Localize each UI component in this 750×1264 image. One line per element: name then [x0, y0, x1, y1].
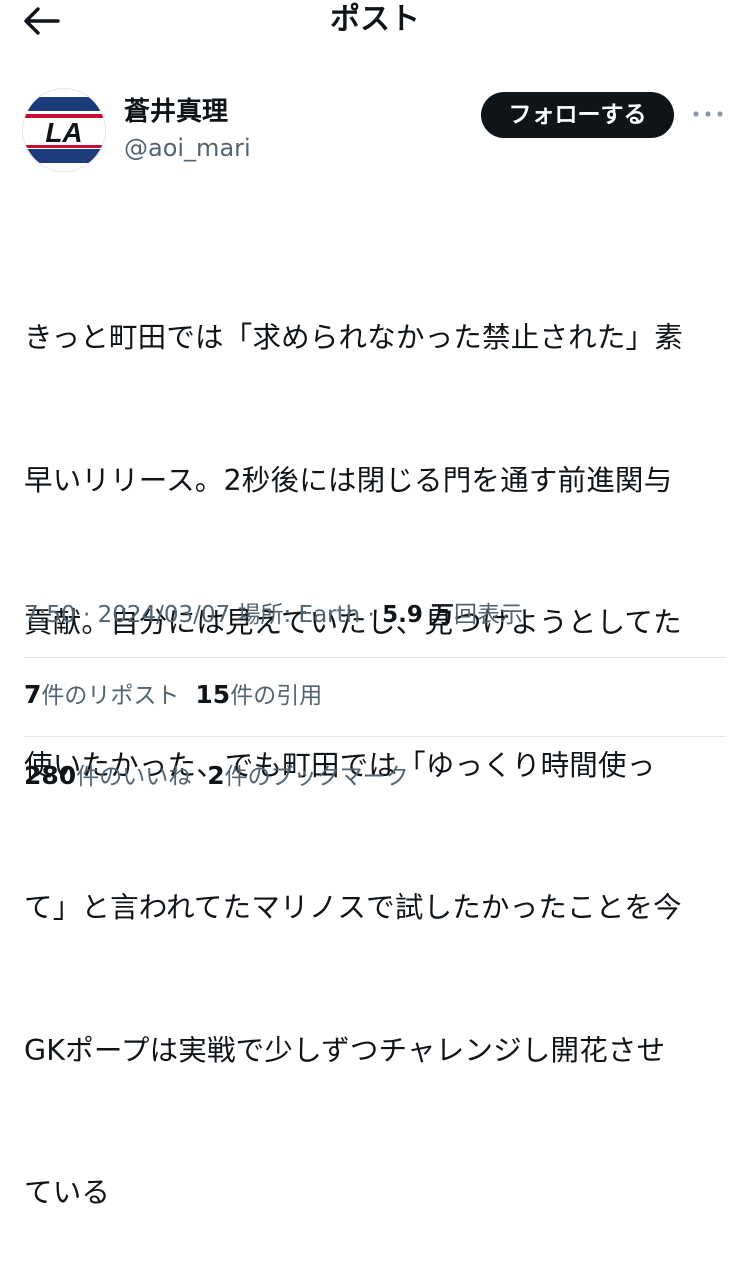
divider — [24, 736, 726, 737]
svg-text:LA: LA — [45, 117, 82, 148]
divider — [24, 657, 726, 658]
like-bookmark-stats: 280件のいいね 2件のブックマーク — [24, 758, 409, 795]
post-time[interactable]: 7:50 — [24, 602, 76, 628]
reposts-label: 件のリポスト — [41, 683, 180, 709]
repost-quote-stats: 7件のリポスト 15件の引用 — [24, 677, 322, 714]
post-line: て」と言われてたマリノスで試したかったことを今 — [24, 891, 682, 924]
bookmarks-count: 2 — [207, 761, 225, 790]
page-title: ポスト — [330, 2, 420, 37]
views-count: 5.9 万 — [382, 602, 454, 628]
reposts-count: 7 — [24, 680, 42, 709]
quotes-link[interactable]: 15件の引用 — [195, 680, 323, 709]
reposts-link[interactable]: 7件のリポスト — [24, 680, 180, 709]
bookmarks-label: 件のブックマーク — [224, 764, 409, 790]
post-location: 場所: Earth — [237, 602, 361, 628]
quotes-label: 件の引用 — [230, 683, 323, 709]
likes-label: 件のいいね — [76, 764, 192, 790]
quotes-count: 15 — [195, 680, 231, 709]
more-horizontal-icon — [693, 111, 723, 117]
post-line: GKポープは実戦で少しずつチャレンジし開花させ — [24, 1033, 666, 1067]
more-button[interactable] — [690, 102, 726, 126]
follow-button[interactable]: フォローする — [481, 92, 674, 138]
post-line: きっと町田では「求められなかった禁止された」素 — [24, 321, 683, 354]
bookmarks-link[interactable]: 2件のブックマーク — [207, 761, 409, 790]
author-handle[interactable]: @aoi_mari — [124, 132, 251, 164]
team-logo: LA — [23, 89, 105, 171]
top-bar: ポスト — [0, 0, 750, 44]
post-line: 早いリリース。2秒後には閉じる門を通す前進関与 — [24, 463, 673, 497]
avatar[interactable]: LA — [22, 88, 106, 172]
separator: · — [75, 602, 98, 628]
post-line: ている — [24, 1176, 111, 1209]
views-label[interactable]: 回表示 — [454, 602, 523, 628]
likes-count: 280 — [24, 761, 77, 790]
separator: · — [360, 602, 383, 628]
likes-link[interactable]: 280件のいいね — [24, 761, 192, 790]
post-meta: 7:50 · 2024/03/07 場所: Earth · 5.9 万回表示 — [24, 597, 523, 633]
author-name[interactable]: 蒼井真理 — [124, 95, 228, 129]
post-date[interactable]: 2024/03/07 — [98, 602, 231, 628]
post-text: きっと町田では「求められなかった禁止された」素 早いリリース。2秒後には閉じる門… — [24, 219, 728, 1264]
